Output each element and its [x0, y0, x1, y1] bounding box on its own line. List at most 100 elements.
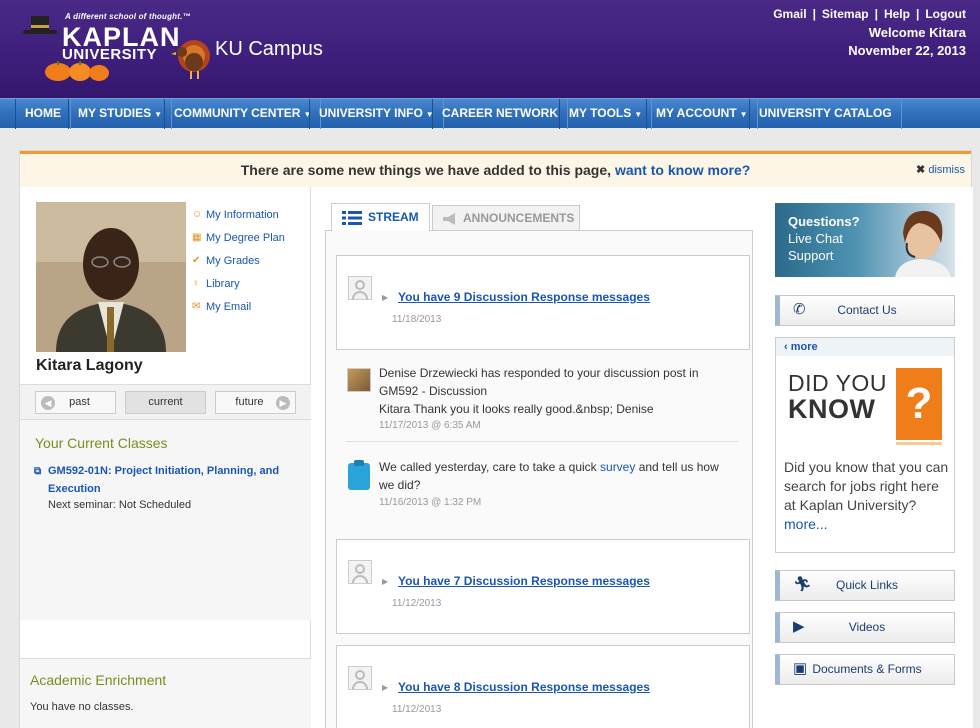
- expand-arrow-icon[interactable]: ▶: [382, 577, 388, 586]
- course-icon: ⧉: [34, 466, 42, 477]
- dyk-title-line1: DID YOU: [788, 370, 887, 396]
- pumpkins-icon: [45, 61, 109, 81]
- list-icon: [342, 211, 362, 225]
- class-time-tabs: ◀ past current future ▶: [20, 384, 311, 420]
- list-item: ▶ You have 7 Discussion Response message…: [336, 539, 750, 634]
- phone-icon: ✆: [793, 301, 806, 318]
- avatar: [347, 368, 371, 392]
- dyk-body: Did you know that you can search for job…: [784, 459, 949, 532]
- pilgrim-hat-icon: [23, 16, 57, 34]
- dyk-more-link[interactable]: more...: [784, 516, 828, 532]
- next-seminar: Next seminar: Not Scheduled: [48, 499, 192, 511]
- discussion-messages-link[interactable]: You have 7 Discussion Response messages: [398, 574, 650, 588]
- profile-photo: [36, 202, 186, 352]
- notice-link[interactable]: want to know more?: [615, 162, 750, 178]
- nav-my-tools[interactable]: MY TOOLS ▼: [559, 99, 653, 129]
- welcome-text: Welcome Kitara: [868, 25, 966, 40]
- post-course: GM592 - Discussion: [379, 384, 488, 398]
- quick-links-button[interactable]: 🏃︎ Quick Links: [775, 570, 955, 601]
- avatar: [348, 666, 372, 690]
- survey-link[interactable]: survey: [600, 460, 635, 474]
- list-item: ▶ You have 8 Discussion Response message…: [336, 645, 750, 728]
- tab-announcements[interactable]: ANNOUNCEMENTS: [432, 205, 580, 231]
- discussion-messages-link[interactable]: You have 8 Discussion Response messages: [398, 680, 650, 694]
- library-link[interactable]: ♀ Library: [192, 272, 285, 295]
- nav-university-catalog[interactable]: UNIVERSITY CATALOG: [749, 99, 902, 129]
- live-chat-line1: Questions?: [788, 214, 860, 229]
- tab-stream[interactable]: STREAM: [331, 203, 430, 231]
- main-nav: HOME MY STUDIES ▼ COMMUNITY CENTER ▼ UNIVE…: [0, 98, 980, 129]
- nav-university-info[interactable]: UNIVERSITY INFO ▼: [309, 99, 444, 129]
- grid-icon: ▦: [192, 231, 202, 243]
- gmail-link[interactable]: Gmail: [773, 7, 806, 21]
- academic-enrichment-title: Academic Enrichment: [30, 672, 167, 688]
- nav-my-account[interactable]: MY ACCOUNT ▼: [646, 99, 758, 129]
- timestamp: 11/17/2013 @ 6:35 AM: [379, 420, 481, 431]
- my-information-link[interactable]: ☺ My Information: [192, 203, 285, 226]
- running-person-icon: 🏃︎: [793, 576, 813, 593]
- nav-my-studies[interactable]: MY STUDIES ▼: [68, 99, 173, 129]
- discussion-messages-link[interactable]: You have 9 Discussion Response messages: [398, 290, 650, 304]
- current-date: November 22, 2013: [848, 43, 966, 58]
- close-icon: ✖: [916, 164, 926, 176]
- nav-community-center[interactable]: COMMUNITY CENTER ▼: [164, 99, 322, 129]
- right-column: Questions? Live Chat Support ✆ Contact Us…: [758, 187, 973, 728]
- live-chat-banner[interactable]: Questions? Live Chat Support: [775, 203, 955, 277]
- expand-arrow-icon[interactable]: ▶: [382, 683, 388, 692]
- dyk-accent-line: [896, 442, 942, 445]
- my-grades-link[interactable]: ✔ My Grades: [192, 249, 285, 272]
- timestamp: 11/18/2013: [392, 314, 442, 325]
- post-text: Denise Drzewiecki has responded to your …: [379, 366, 699, 380]
- list-item: Denise Drzewiecki has responded to your …: [336, 351, 750, 446]
- chevron-down-icon: ▼: [634, 110, 643, 119]
- logout-link[interactable]: Logout: [925, 7, 966, 21]
- site-header: A different school of thought.™ KAPLAN U…: [0, 0, 980, 98]
- bulb-icon: ♀: [192, 277, 200, 289]
- dismiss-button[interactable]: ✖ dismiss: [916, 154, 965, 186]
- current-classes-panel: Your Current Classes ⧉ GM592-01N: Project…: [20, 420, 311, 620]
- mail-icon: ✉: [192, 300, 201, 312]
- stream-feed: ▶ You have 9 Discussion Response message…: [325, 230, 753, 728]
- nav-career-network[interactable]: CAREER NETWORK: [432, 99, 568, 129]
- tab-current[interactable]: current: [125, 391, 206, 414]
- post-body: Kitara Thank you it looks really good.&n…: [379, 402, 654, 416]
- megaphone-icon: [443, 213, 455, 225]
- sitemap-link[interactable]: Sitemap: [822, 7, 869, 21]
- clipboard-icon: [348, 460, 370, 490]
- contact-us-button[interactable]: ✆ Contact Us: [775, 295, 955, 326]
- academic-enrichment-panel: Academic Enrichment You have no classes.: [20, 658, 311, 728]
- course-link[interactable]: ⧉ GM592-01N: Project Initiation, Planning…: [34, 462, 294, 498]
- dyk-title-line2: KNOW: [788, 394, 876, 424]
- did-you-know-panel: ‹ more DID YOU KNOW ? Did you know that …: [775, 337, 955, 553]
- timestamp: 11/16/2013 @ 1:32 PM: [379, 497, 482, 508]
- academic-enrichment-text: You have no classes.: [30, 701, 134, 713]
- ku-campus-title: KU Campus: [215, 38, 323, 60]
- support-agent-icon: [895, 210, 951, 277]
- notice-banner: There are some new things we have added …: [20, 151, 971, 187]
- nav-home[interactable]: HOME: [15, 99, 71, 129]
- live-chat-line3: Support: [788, 248, 834, 263]
- help-link[interactable]: Help: [884, 7, 910, 21]
- current-classes-title: Your Current Classes: [35, 435, 168, 451]
- notice-text: There are some new things we have added …: [240, 162, 612, 178]
- divider: [346, 441, 739, 442]
- live-chat-line2: Live Chat: [788, 231, 843, 246]
- chevron-down-icon: ▼: [154, 110, 163, 119]
- arrow-left-icon: ◀: [41, 396, 55, 410]
- more-link[interactable]: ‹ more: [776, 338, 954, 356]
- my-email-link[interactable]: ✉ My Email: [192, 295, 285, 318]
- avatar: [348, 560, 372, 584]
- arrow-right-icon: ▶: [276, 396, 290, 410]
- videos-button[interactable]: ▶ Videos: [775, 612, 955, 643]
- left-column: ☺ My Information ▦ My Degree Plan ✔ My Grad…: [20, 187, 311, 728]
- my-degree-plan-link[interactable]: ▦ My Degree Plan: [192, 226, 285, 249]
- documents-forms-button[interactable]: ▣ Documents & Forms: [775, 654, 955, 685]
- user-name: Kitara Lagony: [36, 357, 143, 374]
- tab-future[interactable]: future ▶: [215, 391, 296, 414]
- question-mark-icon: ?: [896, 368, 942, 440]
- tab-past[interactable]: ◀ past: [35, 391, 116, 414]
- timestamp: 11/12/2013: [392, 704, 442, 715]
- profile-links: ☺ My Information ▦ My Degree Plan ✔ My Grad…: [192, 203, 285, 318]
- timestamp: 11/12/2013: [392, 598, 442, 609]
- expand-arrow-icon[interactable]: ▶: [382, 293, 388, 302]
